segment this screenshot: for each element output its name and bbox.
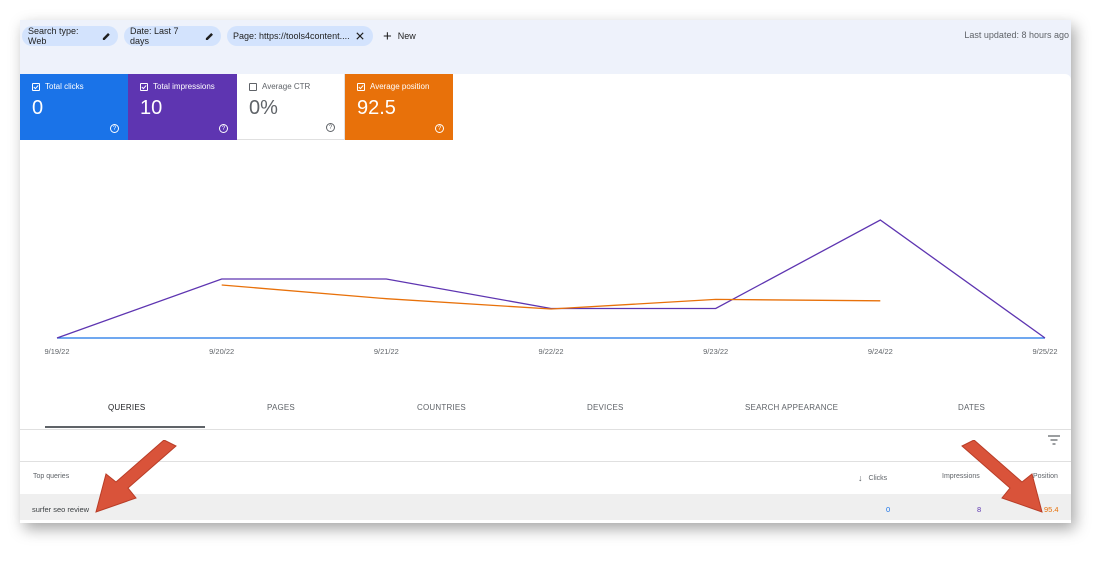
x-tick-label: 9/23/22	[703, 347, 728, 356]
performance-card: 9/19/22 9/20/22 9/21/22 9/22/22 9/23/22 9/24/…	[20, 74, 1071, 389]
checkbox-checked-icon[interactable]	[140, 82, 148, 91]
help-icon[interactable]: ?	[435, 124, 444, 133]
metric-average-position[interactable]: Average position 92.5 ?	[345, 74, 453, 140]
checkbox-unchecked-icon[interactable]	[249, 82, 257, 91]
x-tick-label: 9/24/22	[868, 347, 893, 356]
metric-label: Total impressions	[153, 82, 215, 91]
query-cell: surfer seo review	[32, 505, 90, 514]
column-header-query: Top queries	[33, 473, 70, 480]
help-icon[interactable]: ?	[219, 124, 228, 133]
tab-pages[interactable]: PAGES	[267, 403, 295, 412]
tab-devices[interactable]: DEVICES	[587, 403, 624, 412]
clicks-cell: 0	[886, 505, 891, 514]
new-filter-label: New	[397, 31, 416, 41]
tab-countries[interactable]: COUNTRIES	[417, 403, 466, 412]
metric-label: Average position	[370, 82, 430, 91]
x-tick-label: 9/21/22	[374, 347, 399, 356]
tab-search-appearance[interactable]: SEARCH APPEARANCE	[745, 403, 838, 412]
tab-dates[interactable]: DATES	[958, 403, 985, 412]
annotation-arrow-left	[95, 440, 177, 513]
metric-value: 0	[32, 97, 44, 119]
metric-total-clicks[interactable]: Total clicks 0 ?	[20, 74, 128, 140]
metric-label: Total clicks	[45, 82, 84, 91]
help-icon[interactable]: ?	[326, 123, 335, 132]
filter-chip-label: Date: Last 7 days	[130, 26, 179, 46]
series-line-2	[221, 284, 881, 310]
plus-icon: +	[383, 27, 392, 45]
last-updated-text: Last updated: 8 hours ago	[964, 30, 1069, 40]
annotation-arrow-right	[961, 440, 1043, 513]
filter-bar: Search type: Web Date: Last 7 days Page:…	[20, 26, 1071, 50]
filter-chip-label: Search type: Web	[28, 26, 79, 46]
tab-queries[interactable]: QUERIES	[108, 403, 145, 412]
metric-value: 10	[140, 97, 163, 119]
x-tick-label: 9/22/22	[538, 347, 563, 356]
x-tick-label: 9/25/22	[1032, 347, 1057, 356]
edit-icon	[103, 32, 111, 40]
series-line-1	[56, 219, 1046, 339]
filter-chip-label: Page: https://tools4content....	[233, 31, 350, 41]
x-tick-label: 9/19/22	[44, 347, 69, 356]
tab-bar: QUERIES PAGES COUNTRIES DEVICES SEARCH A…	[20, 389, 1071, 430]
new-filter-button[interactable]: + New	[383, 26, 416, 46]
column-header-clicks-label: Clicks	[868, 474, 888, 482]
metric-total-impressions[interactable]: Total impressions 10 ?	[128, 74, 237, 140]
filter-chip-search-type[interactable]: Search type: Web	[22, 26, 118, 46]
active-tab-indicator	[45, 426, 205, 428]
metric-value: 0%	[249, 97, 278, 119]
metric-average-ctr[interactable]: Average CTR 0% ?	[237, 74, 345, 140]
x-tick-label: 9/20/22	[209, 347, 234, 356]
column-header-clicks[interactable]: ↓ Clicks	[858, 473, 887, 483]
help-icon[interactable]: ?	[110, 124, 119, 133]
metric-value: 92.5	[357, 97, 396, 119]
arrow-down-icon: ↓	[858, 473, 863, 483]
filter-chip-date[interactable]: Date: Last 7 days	[124, 26, 221, 46]
edit-icon	[206, 32, 214, 40]
filter-chip-page[interactable]: Page: https://tools4content....	[227, 26, 373, 46]
search-console-panel: Search type: Web Date: Last 7 days Page:…	[20, 20, 1071, 523]
checkbox-checked-icon[interactable]	[357, 82, 365, 91]
close-icon[interactable]	[355, 32, 364, 40]
metric-label: Average CTR	[262, 82, 311, 91]
checkbox-checked-icon[interactable]	[32, 82, 40, 91]
